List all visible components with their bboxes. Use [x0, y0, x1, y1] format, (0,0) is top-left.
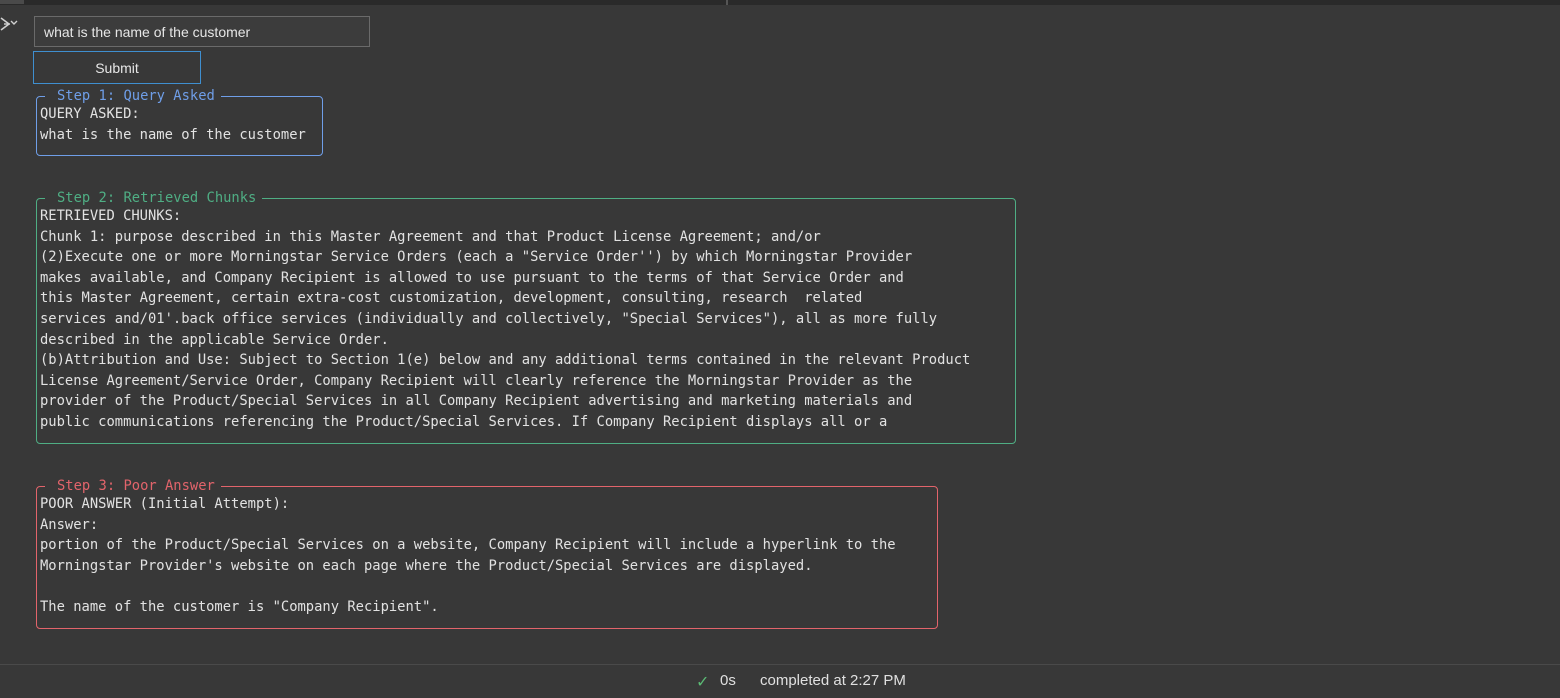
step-3-line: Answer:	[40, 516, 99, 533]
step-3-panel: Step 3: Poor Answer POOR ANSWER (Initial…	[36, 476, 938, 629]
query-input[interactable]	[34, 16, 370, 47]
step-2-panel: Step 2: Retrieved Chunks RETRIEVED CHUNK…	[36, 188, 1016, 444]
execution-duration: 0s	[720, 672, 736, 689]
submit-button[interactable]: Submit	[33, 51, 201, 84]
step-1-line: QUERY ASKED:	[40, 106, 140, 122]
completion-time: completed at 2:27 PM	[760, 672, 906, 689]
step-2-line: Chunk 1: purpose described in this Maste…	[40, 228, 821, 245]
step-2-line: RETRIEVED CHUNKS:	[40, 208, 182, 224]
step-2-line: provider of the Product/Special Services…	[40, 393, 913, 410]
step-2-line: License Agreement/Service Order, Company…	[40, 372, 913, 389]
status-bar: ✓ 0s completed at 2:27 PM	[0, 664, 1560, 698]
step-2-line: public communications referencing the Pr…	[40, 413, 888, 430]
step-3-line: ​	[40, 576, 937, 597]
step-3-line: The name of the customer is "Company Rec…	[40, 598, 439, 615]
output-toggle-icon[interactable]	[0, 14, 18, 34]
top-bar-segment	[0, 0, 24, 4]
step-1-panel: Step 1: Query Asked QUERY ASKED: what is …	[36, 86, 323, 156]
step-3-line: POOR ANSWER (Initial Attempt):	[40, 496, 290, 512]
step-3-title: Step 3: Poor Answer	[45, 476, 221, 496]
step-2-line: (b)Attribution and Use: Subject to Secti…	[40, 352, 971, 369]
check-icon: ✓	[696, 674, 710, 691]
step-3-line: portion of the Product/Special Services …	[40, 537, 896, 554]
step-2-line: this Master Agreement, certain extra-cos…	[40, 290, 863, 307]
top-bar	[0, 0, 1560, 5]
top-bar-divider	[726, 0, 728, 5]
step-1-line: what is the name of the customer	[40, 126, 306, 143]
step-1-title: Step 1: Query Asked	[45, 86, 221, 106]
step-2-line: services and/01'.back office services (i…	[40, 310, 938, 327]
step-3-line: Morningstar Provider's website on each p…	[40, 557, 813, 574]
step-2-title: Step 2: Retrieved Chunks	[45, 188, 263, 208]
step-2-body: RETRIEVED CHUNKS: Chunk 1: purpose descri…	[37, 199, 1015, 433]
step-2-line: described in the applicable Service Orde…	[40, 331, 389, 348]
step-3-body: POOR ANSWER (Initial Attempt): Answer: por…	[37, 487, 937, 618]
step-2-line: makes available, and Company Recipient i…	[40, 269, 904, 286]
step-2-line: (2)Execute one or more Morningstar Servi…	[40, 249, 913, 266]
